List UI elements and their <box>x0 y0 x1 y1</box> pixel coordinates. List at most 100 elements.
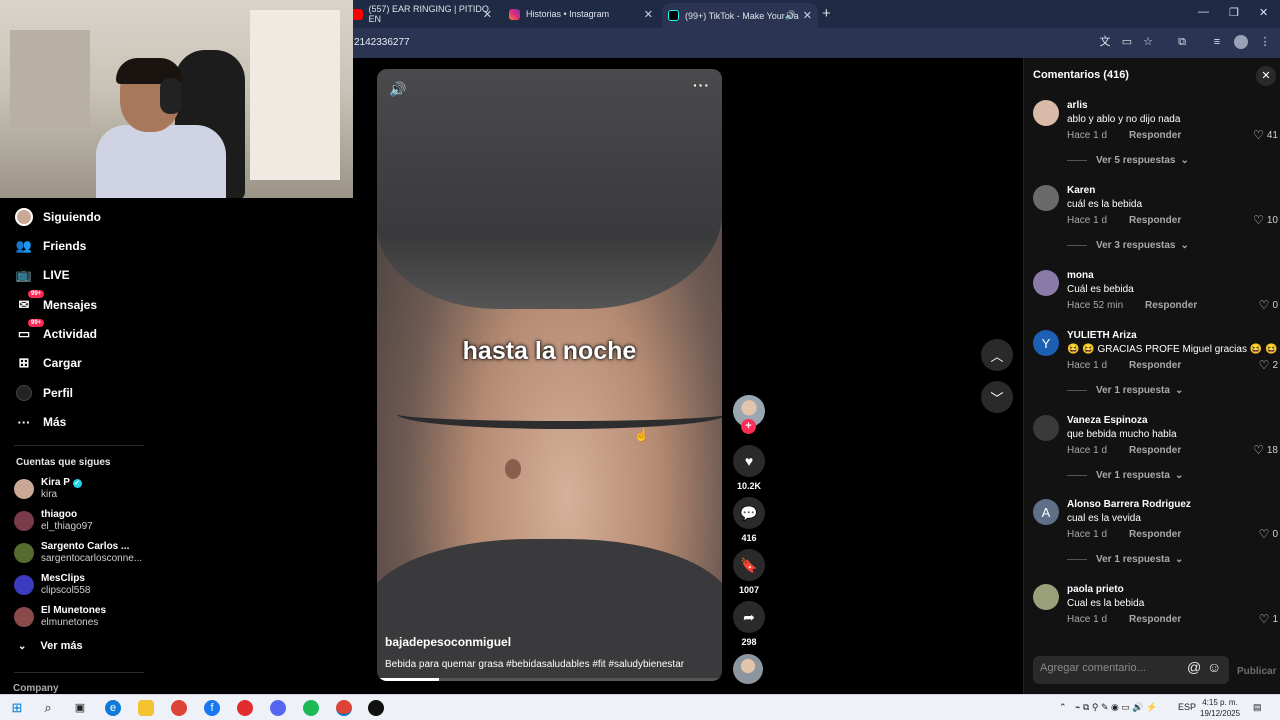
comment-like-button[interactable]: ♡ 0 <box>1259 527 1278 541</box>
new-tab-button[interactable]: + <box>822 5 831 22</box>
translate-icon[interactable]: 文 <box>1098 35 1112 49</box>
sidebar-item-cargar[interactable]: ⊞ Cargar <box>14 352 82 374</box>
comment-username[interactable]: mona <box>1067 270 1094 281</box>
discord-icon[interactable] <box>270 700 286 716</box>
system-clock[interactable]: 4:15 p. m. 19/12/2025 <box>1200 697 1240 719</box>
close-icon[interactable]: ✕ <box>803 9 812 22</box>
view-replies-button[interactable]: Ver 3 respuestas ⌄ <box>1067 240 1189 251</box>
reply-button[interactable]: Responder <box>1129 360 1181 371</box>
media-control-icon[interactable]: ≡ <box>1210 35 1224 49</box>
chrome-active-icon[interactable] <box>336 700 352 716</box>
avatar[interactable] <box>1033 415 1059 441</box>
following-item[interactable]: MesClips clipscol558 <box>14 573 90 597</box>
sidebar-item-actividad[interactable]: ▭ 99+ Actividad <box>14 319 97 345</box>
comment-like-button[interactable]: ♡ 18 <box>1253 443 1278 457</box>
comment-username[interactable]: Alonso Barrera Rodriguez <box>1067 499 1191 510</box>
comment-like-button[interactable]: ♡ 41 <box>1253 128 1278 142</box>
avatar[interactable]: Y <box>1033 330 1059 356</box>
tray-expand-icon[interactable]: ⌃ <box>1059 702 1067 713</box>
video-progress-bar[interactable] <box>377 678 722 681</box>
reply-button[interactable]: Responder <box>1129 529 1181 540</box>
extensions-icon[interactable]: ⧉ <box>1175 35 1189 49</box>
close-comments-button[interactable]: ✕ <box>1256 66 1276 86</box>
close-window-button[interactable]: ✕ <box>1259 6 1268 19</box>
comment-like-button[interactable]: ♡ 10 <box>1253 213 1278 227</box>
reply-button[interactable]: Responder <box>1129 215 1181 226</box>
tab-instagram[interactable]: Historias • Instagram ✕ <box>503 3 659 25</box>
avatar[interactable] <box>1033 100 1059 126</box>
next-video-button[interactable]: ﹀ <box>981 381 1013 413</box>
chrome-icon[interactable] <box>171 700 187 716</box>
save-button[interactable]: 🔖 <box>733 549 765 581</box>
comment-username[interactable]: arlis <box>1067 100 1088 111</box>
sidebar-item-mas[interactable]: ··· Más <box>14 411 67 433</box>
app-icon[interactable] <box>237 700 253 716</box>
obs-icon[interactable] <box>368 700 384 716</box>
view-replies-button[interactable]: Ver 5 respuestas ⌄ <box>1067 155 1189 166</box>
sidebar-item-siguiendo[interactable]: Siguiendo <box>14 206 101 228</box>
search-icon[interactable]: ⌕ <box>40 700 56 716</box>
sidebar-item-live[interactable]: 📺 LIVE <box>14 264 70 286</box>
avatar[interactable] <box>1033 270 1059 296</box>
comment-username[interactable]: Vaneza Espinoza <box>1067 415 1148 426</box>
previous-video-button[interactable]: ︿ <box>981 339 1013 371</box>
see-more-button[interactable]: ⌄ Ver más <box>18 640 83 652</box>
share-button[interactable]: ➦ <box>733 601 765 633</box>
restore-button[interactable]: ❐ <box>1229 6 1239 19</box>
close-icon[interactable]: ✕ <box>644 8 653 21</box>
sidebar-item-perfil[interactable]: Perfil <box>14 382 73 404</box>
view-replies-button[interactable]: Ver 1 respuesta ⌄ <box>1067 385 1183 396</box>
menu-dots-icon[interactable]: ⋮ <box>1258 35 1272 49</box>
bookmark-star-icon[interactable]: ☆ <box>1141 35 1155 49</box>
language-indicator[interactable]: ESP <box>1178 702 1196 712</box>
video-player[interactable]: 🔊 ··· hasta la noche bajadepesoconmiguel… <box>377 69 722 681</box>
company-link[interactable]: Company <box>13 683 59 694</box>
edge-icon[interactable]: e <box>105 700 121 716</box>
mention-icon[interactable]: @ <box>1187 659 1201 675</box>
avatar[interactable]: A <box>1033 499 1059 525</box>
tray-icons[interactable]: ⌁ ⧉ ⚲ ✎ ◉ ▭ 🔊 ⚡ <box>1075 702 1157 713</box>
facebook-icon[interactable]: f <box>204 700 220 716</box>
following-item[interactable]: thiagoo el_thiago97 <box>14 509 93 533</box>
notifications-icon[interactable]: ▤ <box>1253 702 1262 713</box>
comment-username[interactable]: YULIETH Ariza <box>1067 330 1137 341</box>
cast-icon[interactable]: ▭ <box>1120 35 1134 49</box>
windows-start-icon[interactable]: ⊞ <box>9 700 25 716</box>
following-item[interactable]: El Munetones elmunetones <box>14 605 106 629</box>
view-replies-button[interactable]: Ver 1 respuesta ⌄ <box>1067 470 1183 481</box>
url-field[interactable]: 2142336277 <box>354 37 410 48</box>
following-item[interactable]: Kira P ✓ kira <box>14 477 82 501</box>
tab-tiktok[interactable]: (99+) TikTok - Make Your Da 🔊 ✕ <box>662 3 818 28</box>
reply-button[interactable]: Responder <box>1129 445 1181 456</box>
avatar[interactable] <box>1033 584 1059 610</box>
sidebar-item-friends[interactable]: 👥 Friends <box>14 235 86 257</box>
close-icon[interactable]: ✕ <box>483 8 492 21</box>
following-item[interactable]: Sargento Carlos ... sargentocarlosconne.… <box>14 541 142 565</box>
file-explorer-icon[interactable] <box>138 700 154 716</box>
minimize-button[interactable]: — <box>1198 6 1209 18</box>
comment-username[interactable]: Karen <box>1067 185 1095 196</box>
tab-youtube[interactable]: (557) EAR RINGING | PITIDO EN ✕ <box>352 3 498 25</box>
comment-button[interactable]: 💬 <box>733 497 765 529</box>
reply-button[interactable]: Responder <box>1129 130 1181 141</box>
comment-like-button[interactable]: ♡ 0 <box>1259 298 1278 312</box>
like-button[interactable]: ♥ <box>733 445 765 477</box>
comment-username[interactable]: paola prieto <box>1067 584 1124 595</box>
emoji-icon[interactable]: ☺ <box>1207 659 1221 675</box>
reply-button[interactable]: Responder <box>1145 300 1197 311</box>
comment-like-button[interactable]: ♡ 2 <box>1259 358 1278 372</box>
avatar[interactable] <box>1033 185 1059 211</box>
follow-plus-icon[interactable]: + <box>741 419 756 434</box>
reply-button[interactable]: Responder <box>1129 614 1181 625</box>
comment-like-button[interactable]: ♡ 1 <box>1259 612 1278 626</box>
publish-button[interactable]: Publicar <box>1237 666 1276 677</box>
music-disc-avatar[interactable] <box>733 654 763 684</box>
volume-icon[interactable]: 🔊 <box>389 81 406 98</box>
task-view-icon[interactable]: ▣ <box>72 700 88 716</box>
view-replies-button[interactable]: Ver 1 respuesta ⌄ <box>1067 554 1183 565</box>
more-options-icon[interactable]: ··· <box>693 77 710 93</box>
video-author[interactable]: bajadepesoconmiguel <box>385 635 511 649</box>
speaker-icon[interactable]: 🔊 <box>785 10 796 21</box>
spotify-icon[interactable] <box>303 700 319 716</box>
sidebar-item-mensajes[interactable]: ✉ 99+ Mensajes <box>14 290 97 316</box>
